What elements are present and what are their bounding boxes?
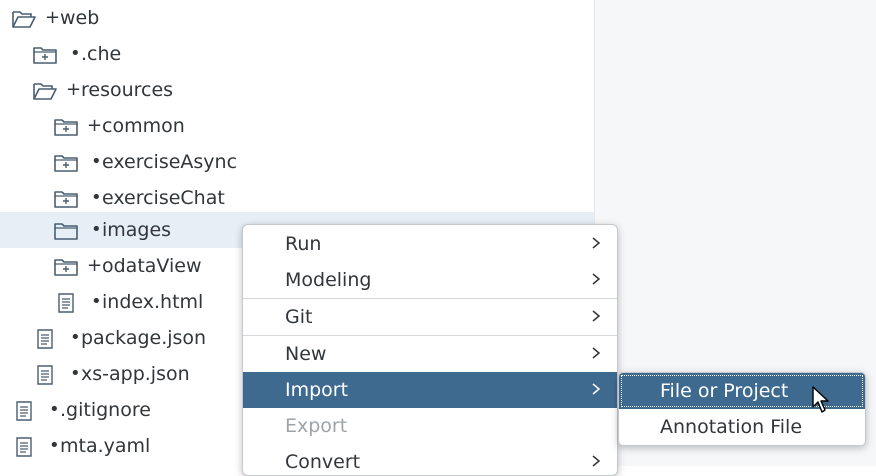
leaf-marker: • — [91, 219, 102, 240]
folder-icon — [33, 47, 57, 64]
submenu-item-label: Annotation File — [660, 416, 803, 438]
menu-item-label: New — [285, 343, 327, 365]
menu-item-label: Export — [285, 415, 348, 437]
leaf-marker: • — [70, 327, 81, 348]
expand-marker[interactable]: + — [66, 80, 81, 100]
folder-icon — [54, 155, 78, 172]
menu-item-label: Import — [285, 379, 349, 401]
tree-item-label: web — [60, 7, 100, 29]
menu-item-label: Convert — [285, 451, 361, 473]
menu-item-label: Run — [285, 233, 322, 255]
folder-icon — [54, 119, 78, 136]
menu-item-export: Export — [243, 408, 617, 444]
menu-item-label: Modeling — [285, 269, 372, 291]
file-icon — [37, 329, 53, 349]
chevron-right-icon — [592, 310, 601, 322]
menu-item-run[interactable]: Run — [243, 226, 617, 262]
tree-item-common[interactable]: + common — [0, 108, 594, 144]
chevron-right-icon — [592, 383, 601, 395]
folder-open-icon — [12, 11, 36, 28]
menu-item-import[interactable]: Import — [243, 372, 617, 408]
tree-item-label: common — [102, 115, 185, 137]
folder-empty-icon — [54, 223, 78, 240]
menu-item-label: Git — [285, 306, 313, 328]
tree-item-label: index.html — [102, 291, 204, 313]
menu-item-modeling[interactable]: Modeling — [243, 262, 617, 298]
menu-item-git[interactable]: Git — [243, 299, 617, 335]
tree-item-label: .gitignore — [60, 399, 151, 421]
tree-item-exerciseasync[interactable]: • exerciseAsync — [0, 144, 594, 180]
expand-marker[interactable]: + — [87, 256, 102, 276]
folder-icon — [54, 259, 78, 276]
tree-item-che[interactable]: • .che — [0, 36, 594, 72]
tree-item-label: resources — [81, 79, 174, 101]
file-icon — [58, 293, 74, 313]
chevron-right-icon — [592, 237, 601, 249]
folder-icon — [54, 191, 78, 208]
tree-item-label: package.json — [81, 327, 207, 349]
leaf-marker: • — [91, 151, 102, 172]
chevron-right-icon — [592, 273, 601, 285]
folder-open-icon — [33, 83, 57, 100]
tree-item-label: .che — [81, 43, 122, 65]
tree-item-label: exerciseChat — [102, 187, 225, 209]
tree-item-web[interactable]: + web — [0, 0, 594, 36]
tree-item-label: images — [102, 219, 172, 241]
mouse-pointer-icon — [812, 386, 829, 413]
tree-item-label: xs-app.json — [81, 363, 190, 385]
leaf-marker: • — [49, 435, 60, 456]
context-menu: Run Modeling Git New Import Export Conve… — [242, 224, 618, 476]
expand-marker[interactable]: + — [87, 116, 102, 136]
file-icon — [37, 365, 53, 385]
leaf-marker: • — [91, 291, 102, 312]
submenu-item-annotation-file[interactable]: Annotation File — [619, 409, 865, 445]
leaf-marker: • — [70, 363, 81, 384]
tree-item-label: mta.yaml — [60, 435, 151, 457]
menu-item-new[interactable]: New — [243, 336, 617, 372]
file-icon — [16, 437, 32, 457]
tree-item-resources[interactable]: + resources — [0, 72, 594, 108]
file-icon — [16, 401, 32, 421]
chevron-right-icon — [592, 347, 601, 359]
expand-marker[interactable]: + — [45, 8, 60, 28]
tree-item-label: odataView — [102, 255, 202, 277]
leaf-marker: • — [49, 399, 60, 420]
tree-item-exercisechat[interactable]: • exerciseChat — [0, 180, 594, 216]
leaf-marker: • — [91, 187, 102, 208]
leaf-marker: • — [70, 43, 81, 64]
tree-item-label: exerciseAsync — [102, 151, 238, 173]
submenu-item-label: File or Project — [660, 380, 789, 402]
menu-item-convert[interactable]: Convert — [243, 444, 617, 475]
